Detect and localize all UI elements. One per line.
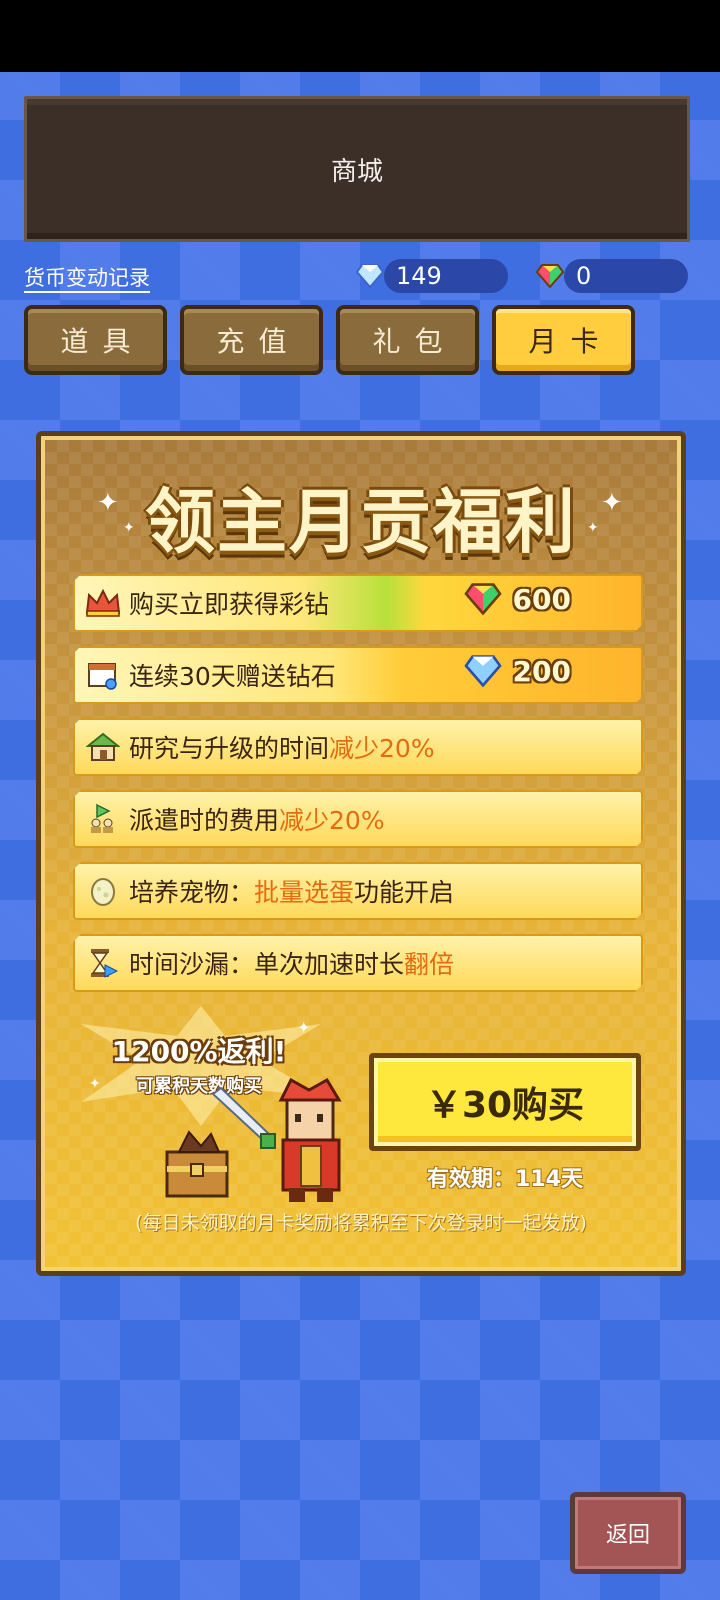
- benefit-highlight: 减少20%: [279, 806, 385, 835]
- benefit-highlight: 减少20%: [329, 734, 435, 763]
- diamond-count: 149: [396, 262, 442, 290]
- benefit-row-daily-diamonds: 连续30天赠送钻石 200: [73, 646, 643, 704]
- reward-amount: 600: [512, 582, 571, 616]
- diamond-icon: [356, 264, 384, 289]
- benefit-row-pet-eggs: 培养宠物：批量选蛋功能开启: [73, 862, 643, 920]
- status-bar: [0, 0, 720, 72]
- egg-icon: [81, 869, 125, 913]
- monthly-card-panel: ✦ ✦ ✦ ✦ 领主月贡福利 购买立即获得彩钻 600 连续30天赠送钻石 20…: [36, 431, 686, 1276]
- hourglass-icon: [81, 941, 125, 985]
- rainbow-diamond-icon: [536, 264, 564, 289]
- benefit-highlight: 翻倍: [404, 950, 455, 979]
- benefit-highlight: 批量选蛋: [254, 878, 355, 907]
- sparkle-icon: ✦: [297, 1018, 311, 1037]
- diamond-icon: [463, 654, 503, 688]
- benefit-row-hourglass: 时间沙漏：单次加速时长翻倍: [73, 934, 643, 992]
- tab-gift-pack[interactable]: 礼包: [336, 305, 479, 375]
- hero-knight-illustration: [165, 1077, 342, 1202]
- reward-note: (每日未领取的月卡奖励将累积至下次登录时一起发放): [135, 1212, 587, 1234]
- sparkle-icon: ✦: [89, 1076, 101, 1092]
- rainbow-diamond-count: 0: [576, 262, 592, 290]
- benefit-text: 培养宠物：批量选蛋功能开启: [129, 878, 455, 907]
- benefit-text: 连续30天赠送钻石: [129, 662, 336, 691]
- benefit-row-research-time: 研究与升级的时间减少20%: [73, 718, 643, 776]
- benefit-text: 派遣时的费用减少20%: [129, 806, 385, 835]
- rainbow-diamond-icon: [463, 582, 503, 616]
- reward-amount: 200: [512, 654, 571, 688]
- rainbow-diamond-balance: 0: [536, 259, 688, 293]
- crown-icon: [81, 581, 125, 625]
- benefit-row-rainbow-diamonds: 购买立即获得彩钻 600: [73, 574, 643, 632]
- benefit-text: 时间沙漏：单次加速时长翻倍: [129, 950, 455, 979]
- diamond-balance: 149: [356, 259, 508, 293]
- page-title: 商城: [330, 156, 383, 187]
- buy-button[interactable]: ￥30购买: [369, 1053, 641, 1151]
- monthly-card-title: 领主月贡福利: [145, 481, 577, 563]
- calendar-icon: [81, 653, 125, 697]
- dispatch-icon: [81, 797, 125, 841]
- house-icon: [81, 725, 125, 769]
- shop-tabs: 道具 充值 礼包 月卡: [24, 305, 690, 375]
- back-button[interactable]: 返回: [570, 1492, 686, 1574]
- shop-title-bar: 商城: [24, 96, 690, 242]
- benefit-row-dispatch-cost: 派遣时的费用减少20%: [73, 790, 643, 848]
- tab-monthly-card[interactable]: 月卡: [492, 305, 635, 375]
- reward-value: 600: [463, 582, 571, 616]
- benefit-text: 购买立即获得彩钻: [129, 590, 330, 619]
- tab-recharge[interactable]: 充值: [180, 305, 323, 375]
- currency-history-link[interactable]: 货币变动记录: [24, 262, 150, 292]
- tab-items[interactable]: 道具: [24, 305, 167, 375]
- validity-text: 有效期：114天: [427, 1167, 583, 1192]
- benefit-text: 研究与升级的时间减少20%: [129, 734, 435, 763]
- promo-main: 1200%返利!: [111, 1035, 287, 1068]
- reward-value: 200: [463, 654, 571, 688]
